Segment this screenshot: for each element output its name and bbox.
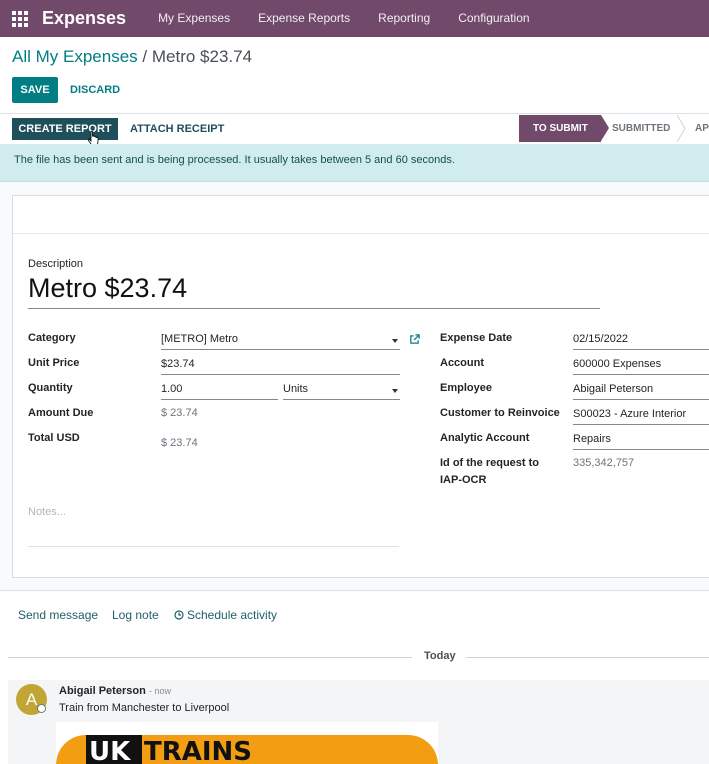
discard-button[interactable]: DISCARD xyxy=(70,77,120,103)
quantity-label: Quantity xyxy=(28,382,73,394)
trains-logo-text: TRAINS xyxy=(144,737,253,764)
apps-grid-icon[interactable] xyxy=(12,10,28,27)
category-label: Category xyxy=(28,332,76,344)
chevron-down-icon[interactable] xyxy=(392,389,398,393)
breadcrumb-current: Metro $23.74 xyxy=(151,47,253,66)
customer-reinvoice-label: Customer to Reinvoice xyxy=(440,407,560,419)
expense-date-underline xyxy=(573,349,709,350)
stage-approved[interactable]: AP xyxy=(695,115,709,142)
app-name[interactable]: Expenses xyxy=(42,8,126,29)
description-underline xyxy=(28,308,600,309)
unit-price-field[interactable]: $23.74 xyxy=(161,358,195,370)
presence-status-icon xyxy=(37,704,46,713)
employee-field[interactable]: Abigail Peterson xyxy=(573,383,653,395)
ocr-request-label-line2: IAP-OCR xyxy=(440,474,487,486)
sheet-header-divider xyxy=(13,233,709,234)
clock-icon xyxy=(174,610,184,620)
uk-logo-text: UK xyxy=(89,737,131,764)
analytic-account-label: Analytic Account xyxy=(440,432,530,444)
uom-select[interactable]: Units xyxy=(283,383,308,395)
stage-submitted[interactable]: SUBMITTED xyxy=(604,115,684,142)
processing-alert: The file has been sent and is being proc… xyxy=(0,144,709,182)
chevron-down-icon[interactable] xyxy=(392,339,398,343)
create-report-button[interactable]: CREATE REPORT xyxy=(12,118,118,140)
chatter-divider xyxy=(0,590,709,591)
amount-due-value: $ 23.74 xyxy=(161,407,198,419)
employee-underline xyxy=(573,399,709,400)
ocr-request-value: 335,342,757 xyxy=(573,457,635,469)
log-note-button[interactable]: Log note xyxy=(112,608,159,622)
send-message-button[interactable]: Send message xyxy=(18,608,98,622)
expense-date-label: Expense Date xyxy=(440,332,513,344)
total-usd-value: $ 23.74 xyxy=(161,437,198,449)
attach-receipt-button[interactable]: ATTACH RECEIPT xyxy=(130,118,224,140)
description-field[interactable]: Metro $23.74 xyxy=(28,273,187,304)
menu-configuration[interactable]: Configuration xyxy=(444,0,543,37)
unit-price-label: Unit Price xyxy=(28,357,80,369)
menu-expense-reports[interactable]: Expense Reports xyxy=(244,0,364,37)
amount-due-label: Amount Due xyxy=(28,407,94,419)
statusbar-divider xyxy=(0,113,709,114)
uom-underline xyxy=(283,399,400,400)
date-separator-line-right xyxy=(466,657,709,658)
date-separator-line-left xyxy=(8,657,412,658)
account-underline xyxy=(573,374,709,375)
message-time: - now xyxy=(149,686,172,696)
breadcrumb-parent[interactable]: All My Expenses xyxy=(12,47,138,66)
schedule-activity-button[interactable]: Schedule activity xyxy=(174,608,277,622)
quantity-field[interactable]: 1.00 xyxy=(161,383,182,395)
employee-label: Employee xyxy=(440,382,492,394)
account-field[interactable]: 600000 Expenses xyxy=(573,358,661,370)
quantity-underline xyxy=(161,399,278,400)
message-body: Train from Manchester to Liverpool xyxy=(59,702,230,714)
ocr-request-label: Id of the request to xyxy=(440,457,539,469)
unit-price-underline xyxy=(161,374,400,375)
category-field[interactable]: [METRO] Metro xyxy=(161,333,238,345)
customer-underline xyxy=(573,424,709,425)
notes-underline xyxy=(28,546,399,547)
expense-date-field[interactable]: 02/15/2022 xyxy=(573,333,628,345)
date-separator-today: Today xyxy=(424,650,456,662)
analytic-underline xyxy=(573,449,709,450)
menu-my-expenses[interactable]: My Expenses xyxy=(144,0,244,37)
expense-form-sheet: Description Metro $23.74 Category [METRO… xyxy=(12,195,709,578)
attachment-image[interactable]: UK TRAINS xyxy=(56,722,438,764)
analytic-account-field[interactable]: Repairs xyxy=(573,433,611,445)
breadcrumb: All My Expenses / Metro $23.74 xyxy=(12,47,252,67)
breadcrumb-separator: / xyxy=(142,47,148,66)
category-underline xyxy=(161,349,400,350)
top-navbar: Expenses My Expenses Expense Reports Rep… xyxy=(0,0,709,37)
save-button[interactable]: SAVE xyxy=(12,77,58,103)
account-label: Account xyxy=(440,357,484,369)
schedule-activity-label: Schedule activity xyxy=(187,608,278,622)
customer-reinvoice-field[interactable]: S00023 - Azure Interior xyxy=(573,408,686,420)
stage-separator xyxy=(676,115,686,142)
message-author[interactable]: Abigail Peterson xyxy=(59,685,146,697)
menu-reporting[interactable]: Reporting xyxy=(364,0,444,37)
external-link-icon[interactable] xyxy=(409,334,420,345)
stage-to-submit[interactable]: TO SUBMIT xyxy=(519,115,609,142)
total-usd-label: Total USD xyxy=(28,432,80,444)
description-label: Description xyxy=(28,258,84,270)
notes-field[interactable]: Notes... xyxy=(28,506,66,518)
